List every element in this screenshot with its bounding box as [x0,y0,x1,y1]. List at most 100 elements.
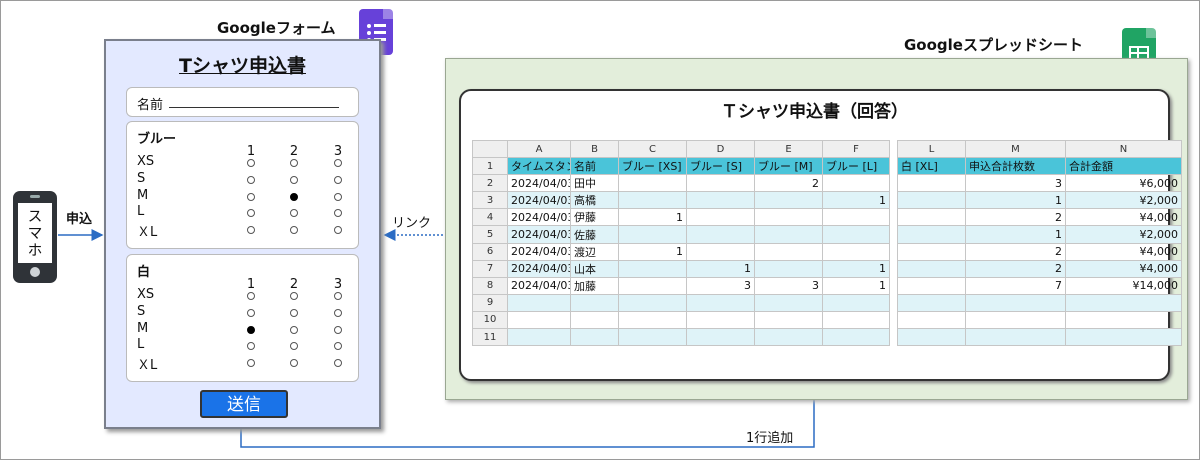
table-cell[interactable] [897,293,966,312]
table-cell[interactable] [618,225,687,244]
table-cell[interactable]: 1 [822,276,890,295]
table-cell[interactable] [754,242,823,261]
table-cell[interactable] [897,174,966,193]
table-cell[interactable] [754,259,823,278]
table-cell[interactable]: 1 [965,225,1066,244]
column-letter[interactable]: F [822,139,890,159]
table-cell[interactable] [822,174,890,193]
radio-button[interactable] [247,359,255,367]
table-cell[interactable] [754,225,823,244]
radio-button[interactable] [290,176,298,184]
table-cell[interactable] [507,293,571,312]
table-cell[interactable]: 3 [754,276,823,295]
table-cell[interactable]: 2024/04/03 [507,242,571,261]
table-cell[interactable] [686,242,755,261]
table-cell[interactable] [618,310,687,330]
radio-button[interactable] [334,159,342,167]
radio-button[interactable] [334,359,342,367]
header-cell[interactable]: ブルー [XS] [618,157,687,176]
table-cell[interactable] [686,293,755,312]
table-cell[interactable]: 2024/04/03 [507,259,571,278]
table-cell[interactable] [754,328,823,347]
table-cell[interactable] [570,293,619,312]
table-cell[interactable] [686,328,755,347]
table-cell[interactable]: 田中 [570,174,619,193]
row-number[interactable]: 4 [472,208,508,227]
table-cell[interactable] [822,242,890,261]
table-cell[interactable]: 2 [754,174,823,193]
table-cell[interactable]: ¥14,000 [1065,276,1182,295]
table-cell[interactable]: ¥2,000 [1065,225,1182,244]
table-cell[interactable]: 2024/04/03 [507,191,571,210]
radio-button[interactable] [334,309,342,317]
column-letter[interactable]: L [897,139,966,159]
table-cell[interactable] [686,208,755,227]
table-cell[interactable]: ¥6,000 [1065,174,1182,193]
radio-button[interactable] [290,159,298,167]
row-number[interactable]: 6 [472,242,508,261]
table-cell[interactable]: 2 [965,208,1066,227]
table-cell[interactable] [754,310,823,330]
radio-button[interactable] [290,209,298,217]
table-cell[interactable] [965,310,1066,330]
table-cell[interactable] [1065,293,1182,312]
table-cell[interactable] [686,174,755,193]
table-cell[interactable]: ¥2,000 [1065,191,1182,210]
table-cell[interactable] [754,293,823,312]
table-cell[interactable] [897,328,966,347]
header-cell[interactable]: ブルー [S] [686,157,755,176]
radio-button[interactable] [290,342,298,350]
table-cell[interactable]: 1 [822,259,890,278]
table-cell[interactable] [965,328,1066,347]
radio-button[interactable] [334,342,342,350]
column-letter[interactable]: E [754,139,823,159]
column-letter[interactable]: M [965,139,1066,159]
table-cell[interactable]: 加藤 [570,276,619,295]
radio-button[interactable] [290,309,298,317]
column-letter[interactable]: C [618,139,687,159]
radio-button[interactable] [247,326,255,334]
table-cell[interactable] [507,310,571,330]
row-number[interactable]: 10 [472,310,508,330]
radio-button[interactable] [290,226,298,234]
radio-button[interactable] [247,159,255,167]
radio-button[interactable] [334,226,342,234]
row-number[interactable]: 3 [472,191,508,210]
table-cell[interactable] [686,191,755,210]
table-cell[interactable] [822,293,890,312]
table-cell[interactable] [822,225,890,244]
table-cell[interactable]: 2 [965,242,1066,261]
row-number[interactable]: 8 [472,276,508,295]
table-cell[interactable]: 1 [822,191,890,210]
table-cell[interactable]: 伊藤 [570,208,619,227]
row-number[interactable]: 2 [472,174,508,193]
header-cell[interactable]: ブルー [L] [822,157,890,176]
table-cell[interactable] [897,276,966,295]
header-cell[interactable]: ブルー [M] [754,157,823,176]
radio-button[interactable] [290,292,298,300]
header-cell[interactable]: 申込合計枚数 [965,157,1066,176]
table-cell[interactable] [897,225,966,244]
header-cell[interactable]: タイムスタンプ [507,157,571,176]
table-cell[interactable]: 2024/04/03 [507,174,571,193]
table-cell[interactable] [618,293,687,312]
table-cell[interactable] [686,225,755,244]
row-number[interactable]: 1 [472,157,508,176]
table-cell[interactable] [1065,328,1182,347]
table-cell[interactable]: 2 [965,259,1066,278]
table-cell[interactable] [618,191,687,210]
table-cell[interactable]: 高橋 [570,191,619,210]
table-cell[interactable] [822,208,890,227]
table-cell[interactable] [507,328,571,347]
radio-button[interactable] [247,226,255,234]
table-cell[interactable]: 山本 [570,259,619,278]
row-number[interactable]: 9 [472,293,508,312]
row-number[interactable]: 11 [472,328,508,347]
radio-button[interactable] [247,342,255,350]
table-cell[interactable] [822,328,890,347]
table-cell[interactable] [822,310,890,330]
table-cell[interactable] [897,259,966,278]
header-cell[interactable]: 名前 [570,157,619,176]
table-cell[interactable]: 2024/04/03 [507,276,571,295]
header-cell[interactable]: 白 [XL] [897,157,966,176]
